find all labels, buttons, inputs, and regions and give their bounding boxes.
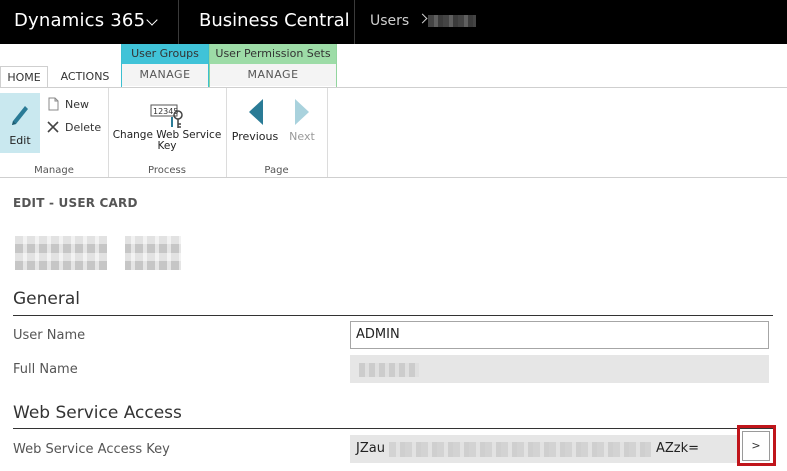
web-service-access-key-label: Web Service Access Key (13, 442, 170, 457)
record-title-redacted (15, 236, 181, 270)
delete-button[interactable]: Delete (46, 119, 104, 137)
ribbon-group-label-page: Page (264, 165, 289, 176)
delete-label: Delete (65, 121, 102, 134)
previous-label: Previous (231, 130, 279, 143)
previous-button[interactable]: Previous (230, 98, 280, 148)
tab-home[interactable]: HOME (0, 66, 48, 89)
breadcrumb-redacted (428, 15, 476, 27)
web-service-access-key-field[interactable]: JZau AZzk= (350, 435, 737, 463)
edit-pencil-icon (12, 106, 28, 125)
new-button[interactable]: New (46, 96, 98, 114)
product-name[interactable]: Business Central (179, 0, 355, 44)
ribbon-group-manage: Edit New Delete Manage (0, 88, 109, 177)
full-name-redacted (359, 363, 419, 377)
ribbon-tabs: HOME ACTIONS User Groups MANAGE User Per… (0, 44, 787, 89)
ribbon-group-label-manage: Manage (34, 165, 74, 176)
breadcrumb-chevron-icon (417, 13, 428, 24)
next-label: Next (289, 130, 315, 143)
section-divider (13, 428, 773, 429)
page-caption: EDIT - USER CARD (13, 196, 138, 210)
delete-x-icon (47, 121, 59, 133)
edit-label: Edit (9, 134, 31, 147)
product-title: Business Central (199, 10, 350, 31)
change-web-service-key-button[interactable]: 12345 Change Web Service Key (112, 98, 222, 158)
section-general[interactable]: General (13, 289, 80, 309)
app-title: Dynamics 365 (14, 10, 146, 31)
web-service-key-prefix: JZau (356, 441, 385, 456)
ribbon-home: Edit New Delete Manage 12345 Change Web … (0, 87, 787, 178)
tab-user-groups-manage[interactable]: MANAGE (122, 64, 208, 86)
context-header-user-permission-sets: User Permission Sets (210, 44, 336, 64)
full-name-field[interactable] (350, 355, 769, 383)
section-web-service-access[interactable]: Web Service Access (13, 403, 182, 423)
tab-actions[interactable]: ACTIONS (54, 66, 116, 88)
context-header-user-groups: User Groups (122, 44, 208, 64)
app-switcher[interactable]: Dynamics 365 (0, 0, 179, 44)
new-document-icon (48, 97, 59, 111)
context-group-user-permission-sets: User Permission Sets MANAGE (209, 44, 337, 88)
user-name-field[interactable]: ADMIN (350, 321, 769, 349)
context-group-user-groups: User Groups MANAGE (121, 44, 209, 88)
web-service-key-redacted (389, 442, 651, 457)
previous-arrow-icon (249, 99, 263, 125)
web-service-key-suffix: AZzk= (656, 441, 700, 456)
user-name-label: User Name (13, 328, 86, 343)
change-web-service-key-label-line2: Key (157, 140, 177, 152)
change-web-service-key-label: Change Web Service Key (112, 130, 222, 152)
full-name-label: Full Name (13, 362, 78, 377)
annotation-highlight-box (737, 425, 776, 466)
top-bar: Dynamics 365 Business Central Users (0, 0, 787, 44)
chevron-down-icon (146, 14, 158, 26)
next-arrow-icon (295, 99, 309, 125)
next-button[interactable]: Next (284, 98, 320, 148)
ribbon-group-process: 12345 Change Web Service Key Process (108, 88, 227, 177)
edit-button[interactable]: Edit (0, 93, 40, 153)
tab-user-permission-sets-manage[interactable]: MANAGE (210, 64, 336, 86)
section-divider (13, 315, 773, 316)
ribbon-group-label-process: Process (148, 165, 186, 176)
new-label: New (65, 98, 89, 111)
ribbon-group-page: Previous Next Page (226, 88, 328, 177)
key-icon: 12345 (150, 104, 183, 128)
breadcrumb-users[interactable]: Users (370, 13, 409, 29)
